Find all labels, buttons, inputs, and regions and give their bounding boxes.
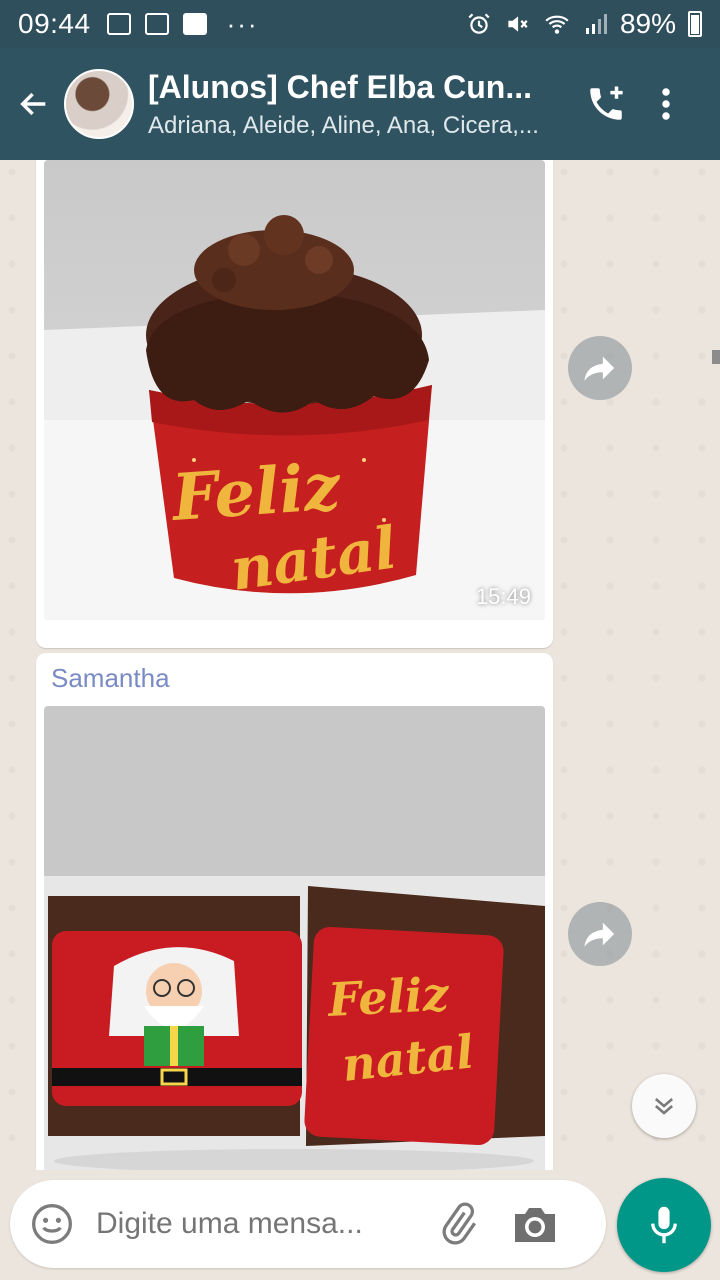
double-chevron-down-icon <box>654 1098 674 1115</box>
kebab-menu-icon <box>662 88 670 120</box>
forward-icon <box>584 922 615 947</box>
more-options-button[interactable] <box>636 48 696 160</box>
camera-button[interactable] <box>510 1199 560 1249</box>
notification-icons: ··· <box>106 9 259 39</box>
alarm-icon <box>468 13 490 34</box>
chat-header: [Alunos] Chef Elba Cun... Adriana, Aleid… <box>0 48 720 160</box>
add-call-button[interactable] <box>576 48 636 160</box>
voice-message-button[interactable] <box>617 1178 711 1272</box>
group-avatar[interactable] <box>64 69 134 139</box>
chat-area[interactable]: Feliz natal 15:49 Samantha Feliz natal <box>0 160 720 1170</box>
gmail-icon <box>144 13 169 35</box>
attach-button[interactable] <box>434 1200 482 1248</box>
scroll-to-bottom-button[interactable] <box>632 1074 696 1138</box>
camera-icon <box>515 1208 555 1242</box>
status-time: 09:44 <box>18 8 91 39</box>
image-message[interactable]: Samantha Feliz natal <box>36 653 553 1170</box>
microphone-icon <box>651 1206 677 1244</box>
status-bar: 09:44 ··· 89% <box>0 0 720 48</box>
group-members: Adriana, Aleide, Aline, Ana, Cicera,... <box>148 111 539 139</box>
sender-name[interactable]: Samantha <box>51 663 170 694</box>
message-composer <box>10 1180 606 1268</box>
cake-photo[interactable]: Feliz natal 15:49 <box>44 160 545 620</box>
group-info[interactable]: [Alunos] Chef Elba Cun... Adriana, Aleid… <box>148 69 558 140</box>
emoji-button[interactable] <box>30 1202 74 1246</box>
back-button[interactable] <box>4 48 64 160</box>
cake-image: Feliz natal <box>44 160 545 620</box>
mute-icon <box>508 16 528 32</box>
signal-icon <box>585 14 607 34</box>
battery-percent: 89% <box>619 8 676 39</box>
forward-button[interactable] <box>568 902 632 966</box>
forward-button[interactable] <box>568 336 632 400</box>
paperclip-icon <box>442 1202 476 1245</box>
image-icon <box>106 13 131 35</box>
svg-text:Feliz: Feliz <box>325 967 451 1027</box>
back-arrow-icon <box>20 92 46 116</box>
facebook-icon <box>182 13 207 35</box>
wifi-icon <box>545 15 569 34</box>
group-title: [Alunos] Chef Elba Cun... <box>148 68 532 105</box>
message-input[interactable] <box>96 1207 416 1241</box>
message-time: 15:49 <box>475 584 531 609</box>
system-icons: 89% <box>466 8 702 40</box>
battery-icon <box>688 11 702 37</box>
more-notifications-icon: ··· <box>226 9 259 39</box>
image-message[interactable]: Feliz natal 15:49 <box>36 160 553 648</box>
brownies-image: Feliz natal <box>44 706 545 1170</box>
scrollbar-thumb[interactable] <box>712 350 720 364</box>
brownies-photo[interactable]: Feliz natal <box>44 706 545 1170</box>
emoji-icon <box>32 1204 72 1244</box>
forward-icon <box>584 356 615 381</box>
phone-plus-icon <box>590 86 623 120</box>
